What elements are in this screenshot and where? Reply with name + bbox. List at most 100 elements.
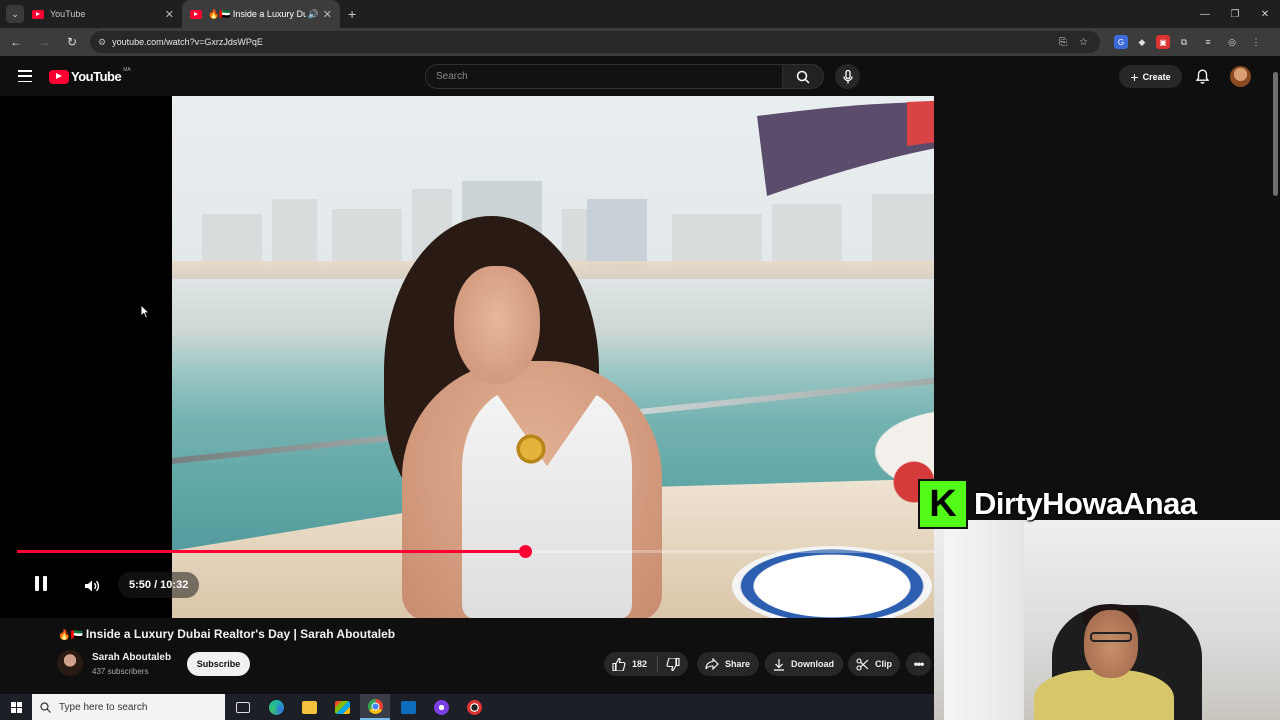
share-label: Share bbox=[725, 659, 751, 669]
tab-close-icon[interactable]: ✕ bbox=[323, 8, 332, 21]
reload-icon[interactable]: ↻ bbox=[60, 30, 84, 54]
more-actions-button[interactable]: ••• bbox=[906, 652, 931, 676]
account-avatar[interactable] bbox=[1230, 66, 1251, 87]
subscribe-button[interactable]: Subscribe bbox=[187, 652, 250, 676]
like-count: 182 bbox=[632, 659, 648, 669]
task-view-icon[interactable] bbox=[228, 694, 258, 720]
download-icon bbox=[774, 658, 784, 671]
kick-logo-icon: K bbox=[918, 479, 968, 529]
forward-icon[interactable]: → bbox=[32, 30, 56, 54]
tab-search-button[interactable]: ⌄ bbox=[6, 5, 24, 23]
search-button[interactable] bbox=[782, 64, 824, 89]
restore-icon[interactable]: ❐ bbox=[1220, 0, 1250, 28]
streamer-banner: K DirtyHowaAnaa bbox=[918, 478, 1197, 530]
more-horizontal-icon: ••• bbox=[913, 657, 925, 671]
voice-search-button[interactable] bbox=[835, 64, 860, 89]
channel-avatar[interactable] bbox=[57, 650, 83, 676]
channel-name[interactable]: Sarah Aboutaleb bbox=[92, 652, 171, 663]
progress-bar[interactable] bbox=[17, 545, 934, 558]
scissors-icon bbox=[856, 657, 869, 671]
thumbs-up-icon bbox=[612, 657, 626, 671]
video-frame[interactable] bbox=[172, 96, 934, 618]
kick-logo-letter: K bbox=[929, 482, 957, 525]
close-window-icon[interactable]: ✕ bbox=[1250, 0, 1280, 28]
video-person-face bbox=[454, 266, 540, 384]
bookmark-star-icon[interactable]: ☆ bbox=[1079, 37, 1088, 48]
like-divider bbox=[657, 656, 659, 672]
share-icon bbox=[705, 658, 719, 670]
site-info-icon[interactable]: ⚙ bbox=[98, 37, 106, 48]
chrome-icon[interactable] bbox=[360, 694, 390, 720]
tab-video[interactable]: 🔥🇦🇪 Inside a Luxury Dubai 🔊 ✕ bbox=[182, 0, 340, 28]
subscriber-count: 437 subscribers bbox=[92, 667, 149, 676]
outlook-icon[interactable] bbox=[393, 694, 423, 720]
progress-scrubber[interactable] bbox=[518, 545, 532, 558]
extension-icon[interactable]: ▣ bbox=[1156, 35, 1170, 49]
windows-taskbar: Type here to search bbox=[0, 694, 934, 720]
create-label: Create bbox=[1142, 71, 1171, 82]
notifications-button[interactable] bbox=[1193, 67, 1211, 85]
like-button[interactable]: 182 bbox=[612, 657, 648, 671]
mouse-cursor-icon bbox=[140, 304, 150, 319]
title-text: Inside a Luxury Dubai Realtor's Day | Sa… bbox=[85, 627, 396, 641]
audio-playing-icon[interactable]: 🔊 bbox=[308, 9, 319, 20]
title-prefix: 🔥🇦🇪 bbox=[58, 630, 83, 641]
scrollbar-thumb[interactable] bbox=[1273, 72, 1278, 196]
edge-icon[interactable] bbox=[261, 694, 291, 720]
pause-button[interactable] bbox=[26, 572, 56, 600]
new-tab-button[interactable]: + bbox=[348, 6, 356, 22]
tab-title: YouTube bbox=[50, 9, 86, 19]
video-player[interactable]: 5:50 / 10:32 bbox=[0, 96, 934, 618]
share-button[interactable]: Share bbox=[697, 652, 759, 676]
microphone-icon bbox=[842, 69, 853, 83]
country-code: MA bbox=[123, 66, 131, 73]
progress-played bbox=[17, 550, 525, 553]
clip-label: Clip bbox=[875, 659, 892, 669]
minimize-icon[interactable]: — bbox=[1190, 0, 1220, 28]
clip-button[interactable]: Clip bbox=[848, 652, 900, 676]
like-dislike-group: 182 bbox=[604, 652, 688, 676]
tab-close-icon[interactable]: ✕ bbox=[165, 8, 174, 21]
logo-text: YouTube bbox=[71, 69, 122, 84]
webcam-background-door bbox=[944, 520, 1024, 720]
volume-button[interactable] bbox=[80, 574, 104, 598]
uae-flag-graphic bbox=[757, 100, 934, 196]
search-icon bbox=[40, 701, 51, 713]
screen: ⌄ YouTube ✕ 🔥🇦🇪 Inside a Luxury Dubai 🔊 … bbox=[0, 0, 1280, 720]
back-icon[interactable]: ← bbox=[4, 30, 28, 54]
browser-toolbar: ← → ↻ ⚙ youtube.com/watch?v=GxrzJdsWPqE … bbox=[0, 28, 1280, 56]
youtube-favicon-icon bbox=[32, 9, 44, 19]
browser-tab-strip: ⌄ YouTube ✕ 🔥🇦🇪 Inside a Luxury Dubai 🔊 … bbox=[0, 0, 1280, 28]
download-button[interactable]: Download bbox=[765, 652, 843, 676]
video-plate bbox=[732, 546, 932, 618]
store-icon[interactable] bbox=[327, 694, 357, 720]
webcam-overlay bbox=[934, 520, 1280, 720]
browser-menu-icon[interactable]: ⋮ bbox=[1246, 32, 1266, 52]
media-control-icon[interactable]: ≡ bbox=[1198, 32, 1218, 52]
translate-extension-icon[interactable]: G bbox=[1114, 35, 1128, 49]
app-icon[interactable] bbox=[426, 694, 456, 720]
video-person-pendant bbox=[514, 432, 548, 466]
extension-icon[interactable]: ◆ bbox=[1132, 32, 1152, 52]
search-input[interactable]: Search bbox=[425, 64, 783, 89]
windows-logo-icon bbox=[10, 701, 22, 713]
file-explorer-icon[interactable] bbox=[294, 694, 324, 720]
tab-youtube[interactable]: YouTube ✕ bbox=[24, 0, 182, 28]
time-display: 5:50 / 10:32 bbox=[118, 572, 200, 598]
menu-icon[interactable] bbox=[18, 70, 32, 82]
webcam-person-glasses bbox=[1090, 632, 1132, 642]
start-button[interactable] bbox=[0, 694, 32, 720]
extensions-puzzle-icon[interactable]: ⧉ bbox=[1174, 32, 1194, 52]
address-bar[interactable]: ⚙ youtube.com/watch?v=GxrzJdsWPqE ⎘ ☆ bbox=[90, 31, 1100, 53]
taskbar-search-box[interactable]: Type here to search bbox=[32, 694, 225, 720]
bell-icon bbox=[1195, 69, 1209, 84]
dislike-button[interactable] bbox=[666, 657, 686, 671]
video-title: 🔥🇦🇪 Inside a Luxury Dubai Realtor's Day |… bbox=[58, 627, 395, 641]
youtube-logo[interactable]: YouTube MA bbox=[49, 66, 131, 84]
tab-title: 🔥🇦🇪 Inside a Luxury Dubai bbox=[208, 8, 306, 19]
download-label: Download bbox=[791, 659, 834, 669]
install-app-icon[interactable]: ⎘ bbox=[1059, 37, 1067, 48]
create-button[interactable]: + Create bbox=[1119, 65, 1182, 88]
profile-icon[interactable]: ◎ bbox=[1222, 32, 1242, 52]
app-icon[interactable] bbox=[459, 694, 489, 720]
